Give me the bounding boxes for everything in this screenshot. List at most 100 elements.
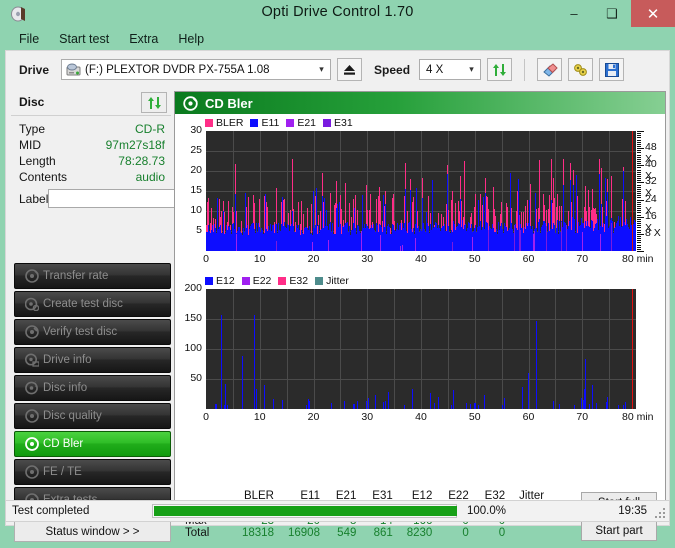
menu-item-file[interactable]: File (10, 30, 48, 48)
data-bar (581, 398, 582, 409)
top-chart-plot (206, 131, 636, 251)
data-bar (293, 209, 294, 226)
data-bar (464, 161, 465, 225)
x-tick-label: 0 (203, 253, 209, 265)
stats-cell: 549 (337, 527, 357, 539)
disc-row-value: CD-R (135, 122, 165, 136)
status-bar: Test completed 100.0% 19:35 (5, 500, 670, 522)
data-bar (430, 393, 431, 409)
status-text: Test completed (12, 505, 90, 517)
left-panel: Disc Type CD-R MID 97m27s18f Length 78:2… (11, 91, 252, 542)
data-bar (230, 225, 231, 230)
status-window-button[interactable]: Status window > > (14, 521, 171, 542)
drive-select[interactable]: (F:) PLEXTOR DVDR PX-755A 1.08 ▾ (61, 59, 332, 80)
table-row: Total 18318 16908 549 861 8230 0 0 (183, 527, 551, 539)
speed-axis-tick (637, 197, 641, 199)
data-bar (320, 211, 321, 230)
data-bar (309, 401, 310, 409)
eject-button[interactable] (337, 58, 363, 81)
data-bar (455, 203, 456, 230)
data-bar (215, 219, 216, 228)
gridline (421, 289, 422, 409)
y-tick-label: 25 (190, 144, 202, 156)
data-bar (559, 206, 560, 221)
x-tick-label: 10 (253, 253, 266, 265)
x-tick-label: 80 min (622, 411, 654, 423)
gridline (287, 289, 288, 409)
gridline (609, 289, 610, 409)
speed-axis-tick (637, 148, 644, 150)
disc-row-value: 97m27s18f (105, 138, 165, 152)
data-bar (221, 315, 222, 409)
data-bar (376, 199, 377, 223)
maximize-button[interactable]: ❑ (593, 0, 631, 27)
speed-axis-tick (637, 206, 641, 207)
sidebar-item-transfer-rate[interactable]: Transfer rate (14, 263, 171, 289)
chart-panel-header: CD Bler (175, 92, 665, 114)
legend-item-bler: BLER (205, 117, 243, 129)
save-button[interactable] (599, 58, 625, 81)
disc-refresh-button[interactable] (141, 92, 167, 113)
data-bar (404, 405, 405, 409)
sidebar-item-disc-quality[interactable]: Disc quality (14, 403, 171, 429)
data-bar (618, 405, 619, 409)
data-bar (221, 211, 222, 233)
disc-row-type: Type CD-R (11, 121, 171, 137)
sidebar-item-fe-te[interactable]: FE / TE (14, 459, 171, 485)
refresh-icon (147, 96, 161, 109)
data-bar (428, 196, 429, 226)
data-bar (563, 159, 564, 185)
gridline (394, 289, 395, 409)
close-button[interactable]: ✕ (631, 0, 675, 27)
data-bar (383, 402, 384, 409)
disc-info-list: Type CD-R MID 97m27s18f Length 78:28.73 … (11, 116, 252, 209)
sidebar-item-create-test-disc[interactable]: Create test disc (14, 291, 171, 317)
speed-axis-tick (637, 236, 641, 237)
speed-axis-tick (637, 191, 641, 192)
sidebar-item-cd-bler[interactable]: CD Bler (14, 431, 171, 457)
save-icon (604, 62, 619, 77)
menu-item-extra[interactable]: Extra (120, 30, 167, 48)
erase-button[interactable] (537, 58, 563, 81)
title-bar: Opti Drive Control 1.70 – ❑ ✕ (0, 0, 675, 27)
data-bar (322, 173, 323, 196)
data-bar (536, 321, 537, 409)
stats-row-label: Total (185, 527, 210, 539)
sidebar-item-verify-test-disc[interactable]: Verify test disc (14, 319, 171, 345)
data-bar (301, 201, 302, 230)
speed-axis-tick (637, 244, 641, 246)
data-bar (559, 404, 560, 409)
refresh-icon (493, 63, 507, 76)
data-bar (507, 207, 508, 231)
resize-grip-icon[interactable] (655, 508, 665, 518)
legend-swatch (205, 119, 213, 127)
minimize-button[interactable]: – (555, 0, 593, 27)
menu-item-help[interactable]: Help (169, 30, 213, 48)
speed-axis-tick (637, 221, 641, 222)
disc-row-key: MID (19, 138, 41, 152)
menu-item-start-test[interactable]: Start test (50, 30, 118, 48)
data-bar (367, 210, 368, 226)
data-bar (208, 198, 209, 225)
legend-item-e31: E31 (323, 117, 353, 129)
sidebar-item-disc-info[interactable]: i Disc info (14, 375, 171, 401)
speed-axis-tick (637, 223, 641, 225)
x-tick-label: 70 (576, 253, 589, 265)
tools-button[interactable] (568, 58, 594, 81)
data-bar (585, 359, 586, 409)
speed-axis-tick (637, 152, 641, 154)
sidebar-item-label: Transfer rate (43, 270, 109, 282)
legend-label: E31 (334, 117, 353, 129)
sidebar-item-drive-info[interactable]: Drive info (14, 347, 171, 373)
data-bar (351, 217, 352, 230)
legend-swatch (323, 119, 332, 127)
drive-value: (F:) PLEXTOR DVDR PX-755A 1.08 (85, 63, 270, 76)
data-bar (412, 389, 413, 409)
refresh-button[interactable] (487, 58, 513, 81)
speed-select[interactable]: 4 X ▾ (419, 59, 482, 80)
speed-axis-tick (637, 176, 641, 177)
data-bar (485, 178, 486, 193)
nav-list: Transfer rate Create test disc Verify te… (14, 263, 171, 515)
gridline (502, 289, 503, 409)
progress-fill (154, 506, 457, 516)
